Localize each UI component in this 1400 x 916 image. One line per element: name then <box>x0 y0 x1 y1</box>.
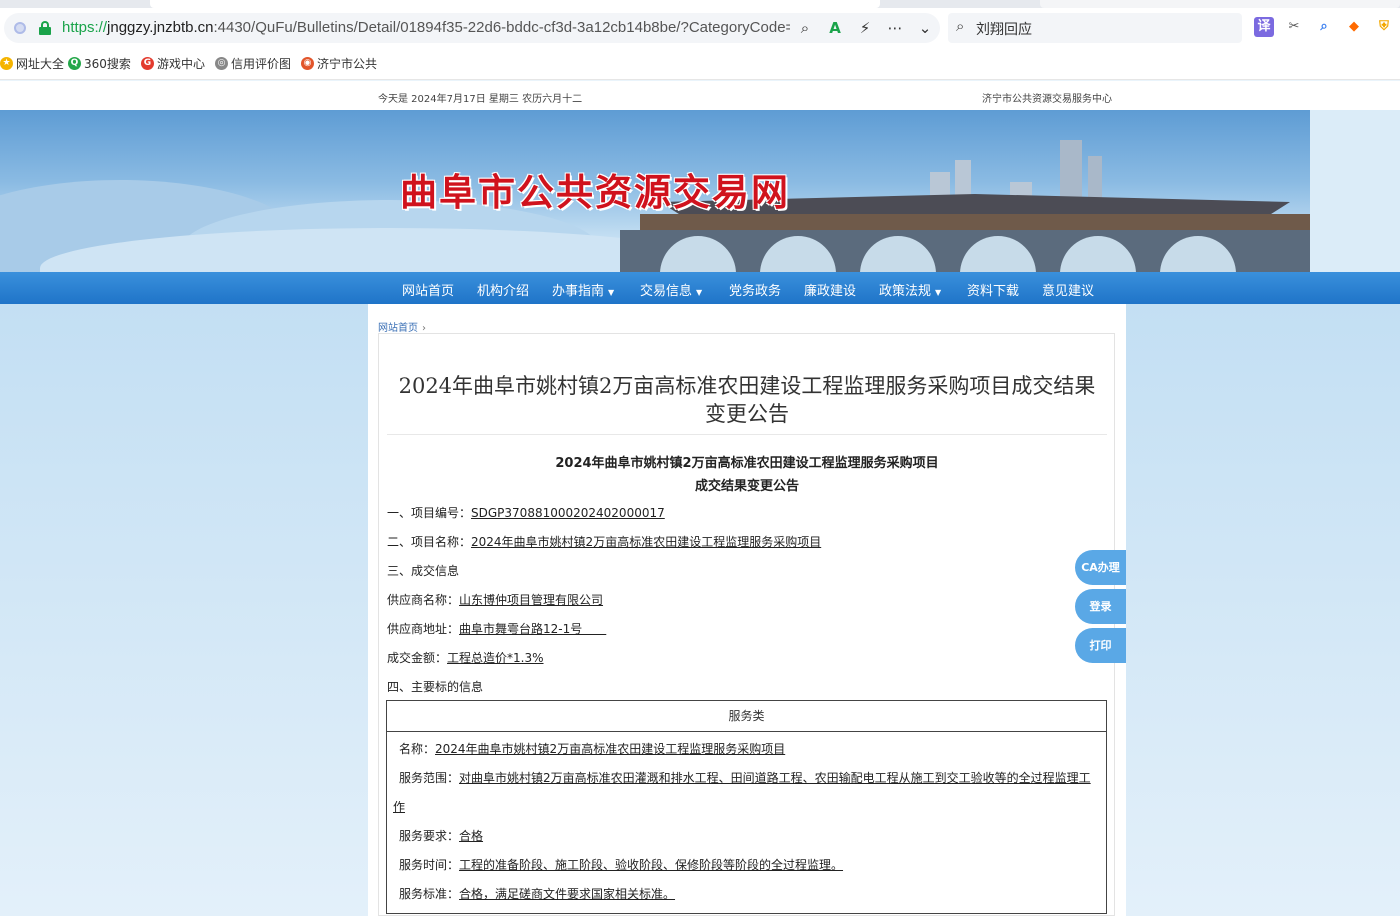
bookmark-icon: ◉ <box>301 56 314 70</box>
bookmark-item[interactable]: ◎ 信用评价图 <box>215 55 291 71</box>
subject-table: 服务类 名称：2024年曲阜市姚村镇2万亩高标准农田建设工程监理服务采购项目 服… <box>386 700 1107 914</box>
bookmark-item[interactable]: Q 360搜索 <box>68 55 131 71</box>
field-project-code: 一、项目编号：SDGP370881000202402000017 <box>387 506 665 520</box>
article-title: 2024年曲阜市姚村镇2万亩高标准农田建设工程监理服务采购项目成交结果变更公告 <box>398 374 1096 426</box>
bookmark-icon: Q <box>68 56 81 70</box>
table-header: 服务类 <box>387 701 1106 732</box>
address-bar: https://jnggzy.jnzbtb.cn:4430/QuFu/Bulle… <box>0 8 1400 46</box>
url-field[interactable]: https://jnggzy.jnzbtb.cn:4430/QuFu/Bulle… <box>4 13 940 43</box>
main-content: 网站首页 › 2024年曲阜市姚村镇2万亩高标准农田建设工程监理服务采购项目成交结… <box>368 304 1126 916</box>
login-button[interactable]: 登录 <box>1075 589 1126 624</box>
site-info-icon[interactable] <box>14 22 26 34</box>
banner-side <box>1310 110 1400 272</box>
field-supplier-address: 供应商地址：曲阜市舞雩台路12-1号 <box>387 622 607 636</box>
bookmark-icon: G <box>141 56 154 70</box>
more-icon[interactable]: ⋯ <box>884 16 906 40</box>
chevron-down-icon[interactable]: ⌄ <box>914 16 936 40</box>
nav-policy[interactable]: 政策法规 ▼ <box>879 280 941 299</box>
bookmark-icon: ★ <box>0 56 13 70</box>
search-icon[interactable]: ⌕ <box>794 16 816 40</box>
font-icon[interactable]: A <box>824 16 846 40</box>
game-icon[interactable]: ◆ <box>1344 17 1364 37</box>
globe-icon: ◎ <box>215 56 228 70</box>
nav-trade-info[interactable]: 交易信息 ▼ <box>640 280 702 299</box>
bookmark-item[interactable]: ★ 网址大全 <box>0 55 64 71</box>
table-row: 服务范围：对曲阜市姚村镇2万亩高标准农田灌溉和排水工程、田间道路工程、农田输配电… <box>399 771 1091 785</box>
nav-guide[interactable]: 办事指南 ▼ <box>552 280 614 299</box>
article-card: 2024年曲阜市姚村镇2万亩高标准农田建设工程监理服务采购项目成交结果变更公告 … <box>378 333 1115 916</box>
breadcrumb: 网站首页 › <box>378 319 426 334</box>
search-text[interactable]: 刘翔回应 <box>976 19 1032 39</box>
ca-service-button[interactable]: CA办理 <box>1075 550 1126 585</box>
nav-home[interactable]: 网站首页 <box>402 280 458 299</box>
translate-icon[interactable]: 译 <box>1254 17 1274 37</box>
chevron-down-icon: ▼ <box>696 288 703 297</box>
table-row: 服务标准：合格，满足磋商文件要求国家相关标准。 <box>399 887 676 901</box>
print-button[interactable]: 打印 <box>1075 628 1126 663</box>
main-nav: 网站首页 机构介绍 办事指南 ▼ 交易信息 ▼ 党务政务 廉政建设 政策法规 ▼ 资料… <box>0 272 1400 304</box>
field-supplier-name: 供应商名称：山东博仲项目管理有限公司 <box>387 593 604 607</box>
table-row: 服务要求：合格 <box>399 829 484 843</box>
divider <box>387 434 1107 435</box>
bookmark-item[interactable]: G 游戏中心 <box>141 55 205 71</box>
field-deal-amount: 成交金额：工程总造价*1.3% <box>387 651 544 665</box>
active-tab[interactable] <box>150 0 880 8</box>
tab-strip <box>0 0 1400 8</box>
field-project-name: 二、项目名称：2024年曲阜市姚村镇2万亩高标准农田建设工程监理服务采购项目 <box>387 535 822 549</box>
nav-party-affairs[interactable]: 党务政务 <box>729 280 785 299</box>
nav-about[interactable]: 机构介绍 <box>477 280 533 299</box>
lock-icon[interactable] <box>39 21 51 35</box>
bookmarks-bar: ★ 网址大全 Q 360搜索 G 游戏中心 ◎ 信用评价图 ◉ 济宁市公共 <box>0 46 1400 80</box>
search-icon: ⌕ <box>956 17 965 35</box>
page-background <box>0 304 368 916</box>
lightning-icon[interactable]: ⚡ <box>854 16 876 40</box>
date-text: 今天是 2024年7月17日 星期三 农历六月十二 <box>378 94 583 105</box>
chevron-down-icon: ▼ <box>935 288 942 297</box>
org-text: 济宁市公共资源交易服务中心 <box>982 94 1112 105</box>
url-text[interactable]: https://jnggzy.jnzbtb.cn:4430/QuFu/Bulle… <box>62 19 790 36</box>
browser-search-box[interactable]: ⌕ 刘翔回应 <box>948 13 1242 43</box>
top-info-bar: 今天是 2024年7月17日 星期三 农历六月十二 济宁市公共资源交易服务中心 <box>0 81 1400 110</box>
table-row: 名称：2024年曲阜市姚村镇2万亩高标准农田建设工程监理服务采购项目 <box>399 742 786 756</box>
section-deal-info: 三、成交信息 <box>387 564 460 578</box>
nav-downloads[interactable]: 资料下载 <box>967 280 1023 299</box>
site-banner: 曲阜市公共资源交易网 <box>0 110 1310 272</box>
chevron-down-icon: ▼ <box>608 288 615 297</box>
bookmark-item[interactable]: ◉ 济宁市公共 <box>301 55 377 71</box>
tab[interactable] <box>1040 0 1400 8</box>
section-main-subject: 四、主要标的信息 <box>387 680 484 694</box>
table-row: 服务时间：工程的准备阶段、施工阶段、验收阶段、保修阶段等阶段的全过程监理。 <box>399 858 844 872</box>
shield-icon[interactable]: ⛨ <box>1374 17 1394 37</box>
nav-integrity[interactable]: 廉政建设 <box>804 280 860 299</box>
page-background <box>1126 304 1400 916</box>
table-row: 作 <box>393 800 406 814</box>
scissors-icon[interactable]: ✂ <box>1284 17 1304 37</box>
article-subtitle: 2024年曲阜市姚村镇2万亩高标准农田建设工程监理服务采购项目 成交结果变更公告 <box>555 456 939 494</box>
nav-feedback[interactable]: 意见建议 <box>1042 280 1098 299</box>
site-title: 曲阜市公共资源交易网 <box>400 170 790 214</box>
magnifier-icon[interactable]: ⌕ <box>1314 17 1334 37</box>
